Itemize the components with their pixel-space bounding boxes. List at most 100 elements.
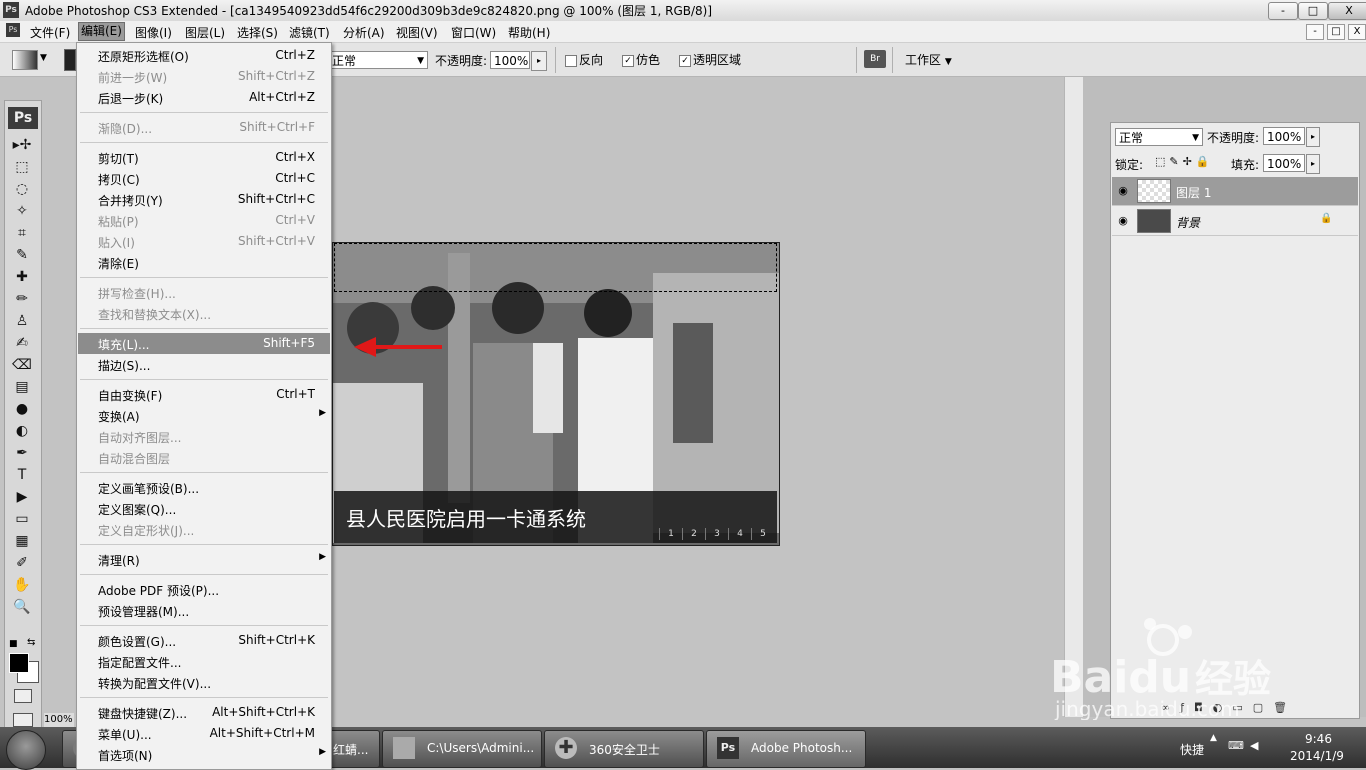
edit-menu-item[interactable]: 还原矩形选框(O) Ctrl+Z (78, 45, 330, 66)
doc-close-button[interactable]: X (1348, 24, 1366, 40)
minimize-button[interactable]: - (1268, 2, 1298, 20)
workspace-button[interactable]: 工作区 ▼ (905, 51, 952, 68)
marquee-icon[interactable]: ⬚ (11, 157, 33, 177)
zoom-status[interactable]: 100% (44, 713, 74, 727)
edit-menu-item[interactable]: 清除(E) (78, 252, 330, 273)
menu-analysis[interactable]: 分析(A) (343, 24, 385, 41)
edit-menu-item[interactable]: 预设管理器(M)... (78, 600, 330, 621)
clock-time[interactable]: 9:46 (1305, 732, 1332, 746)
reverse-checkbox[interactable] (565, 55, 577, 67)
close-button[interactable]: X (1328, 2, 1366, 20)
pen-icon[interactable]: ✒ (11, 443, 33, 463)
edit-menu-item[interactable]: 颜色设置(G)... Shift+Ctrl+K (78, 630, 330, 651)
edit-menu-item[interactable]: 菜单(U)... Alt+Shift+Ctrl+M (78, 723, 330, 744)
edit-menu-item[interactable]: 定义图案(Q)... (78, 498, 330, 519)
zoom-icon[interactable]: 🔍 (11, 597, 33, 617)
lock-icons[interactable]: ⬚✎✢🔒 (1155, 155, 1214, 168)
menu-help[interactable]: 帮助(H) (508, 24, 550, 41)
quick-launch-label[interactable]: 快捷 (1180, 741, 1204, 758)
healing-icon[interactable]: ✚ (11, 267, 33, 287)
crop-icon[interactable]: ⌗ (11, 223, 33, 243)
gradient-swatch-icon[interactable] (64, 49, 76, 71)
quick-mask-icon[interactable] (14, 689, 32, 703)
opacity-input[interactable]: 100% (490, 51, 530, 69)
type-icon[interactable]: T (11, 465, 33, 485)
menu-edit[interactable]: 编辑(E) (78, 22, 125, 41)
layer-opacity-input[interactable]: 100% (1263, 127, 1305, 145)
eyedropper-icon[interactable]: ✐ (11, 553, 33, 573)
dodge-icon[interactable]: ◐ (11, 421, 33, 441)
notes-icon[interactable]: ▦ (11, 531, 33, 551)
document-icon[interactable]: Ps (6, 23, 20, 37)
edit-menu-item[interactable]: 定义画笔预设(B)... (78, 477, 330, 498)
visibility-eye-icon[interactable]: ◉ (1114, 180, 1132, 202)
fill-input[interactable]: 100% (1263, 154, 1305, 172)
edit-menu-item[interactable]: 自由变换(F) Ctrl+T (78, 384, 330, 405)
layer-row-background[interactable]: ◉ 背景 🔒 (1112, 207, 1358, 236)
lasso-icon[interactable]: ◌ (11, 179, 33, 199)
slice-icon[interactable]: ✎ (11, 245, 33, 265)
chevron-up-icon[interactable]: ▲ (1210, 733, 1217, 743)
edit-menu-item[interactable]: Adobe PDF 预设(P)... (78, 579, 330, 600)
edit-menu-item[interactable]: 合并拷贝(Y) Shift+Ctrl+C (78, 189, 330, 210)
edit-menu-item[interactable]: 填充(L)... Shift+F5 (78, 333, 330, 354)
photoshop-logo[interactable]: Ps (8, 107, 38, 129)
opacity-slider-arrow-icon[interactable]: ▸ (531, 51, 547, 71)
edit-menu-item[interactable]: 描边(S)... (78, 354, 330, 375)
blur-icon[interactable]: ● (11, 399, 33, 419)
taskbar-item-360[interactable]: ✚ 360安全卫士 (544, 730, 704, 768)
move-icon[interactable]: ▸✢ (11, 135, 33, 155)
gradient-icon[interactable]: ▤ (11, 377, 33, 397)
brush-icon[interactable]: ✏ (11, 289, 33, 309)
default-colors-icon[interactable]: ■ (9, 639, 18, 649)
edit-menu-item[interactable]: 指定配置文件... (78, 651, 330, 672)
edit-menu-item[interactable]: 转换为配置文件(V)... (78, 672, 330, 693)
preset-dropdown-arrow-icon[interactable]: ▼ (40, 53, 47, 63)
keyboard-icon[interactable]: ⌨ (1228, 739, 1244, 752)
edit-menu-item[interactable]: 后退一步(K) Alt+Ctrl+Z (78, 87, 330, 108)
opacity-slider-arrow-icon[interactable]: ▸ (1306, 127, 1320, 147)
edit-menu-item[interactable]: 拷贝(C) Ctrl+C (78, 168, 330, 189)
doc-minimize-button[interactable]: - (1306, 24, 1324, 40)
transparency-checkbox[interactable]: ✓ (679, 55, 691, 67)
dither-checkbox[interactable]: ✓ (622, 55, 634, 67)
menu-layer[interactable]: 图层(L) (185, 24, 225, 41)
stamp-icon[interactable]: ♙ (11, 311, 33, 331)
menu-select[interactable]: 选择(S) (237, 24, 278, 41)
menu-filter[interactable]: 滤镜(T) (289, 24, 330, 41)
rectangular-selection[interactable] (334, 243, 777, 292)
menu-file[interactable]: 文件(F) (30, 24, 70, 41)
layer-blend-mode-select[interactable]: 正常 ▼ (1115, 128, 1203, 146)
foreground-color-swatch[interactable] (9, 653, 29, 673)
history-brush-icon[interactable]: ✍ (11, 333, 33, 353)
hand-icon[interactable]: ✋ (11, 575, 33, 595)
path-select-icon[interactable]: ▶ (11, 487, 33, 507)
blend-mode-select[interactable]: 正常 ▼ (328, 51, 428, 69)
edit-menu-item[interactable]: 变换(A) ▶ (78, 405, 330, 426)
taskbar-item-explorer[interactable]: C:\Users\Admini... (382, 730, 542, 768)
menu-window[interactable]: 窗口(W) (451, 24, 496, 41)
menu-view[interactable]: 视图(V) (396, 24, 438, 41)
screen-mode-icon[interactable] (13, 713, 33, 727)
start-button[interactable] (6, 730, 46, 770)
magic-wand-icon[interactable]: ✧ (11, 201, 33, 221)
eraser-icon[interactable]: ⌫ (11, 355, 33, 375)
fill-slider-arrow-icon[interactable]: ▸ (1306, 154, 1320, 174)
menu-image[interactable]: 图像(I) (135, 24, 172, 41)
edit-menu-item[interactable]: 清理(R) ▶ (78, 549, 330, 570)
layer-row-layer1[interactable]: ◉ 图层 1 (1112, 177, 1358, 206)
doc-restore-button[interactable]: □ (1327, 24, 1345, 40)
photoshop-app-icon[interactable]: Ps (3, 2, 19, 18)
gradient-tool-preset-icon[interactable] (12, 50, 38, 70)
shape-icon[interactable]: ▭ (11, 509, 33, 529)
bridge-icon[interactable]: Br (864, 50, 886, 68)
edit-menu-item[interactable]: 首选项(N) ▶ (78, 744, 330, 765)
maximize-button[interactable]: □ (1298, 2, 1328, 20)
edit-menu-item[interactable]: 剪切(T) Ctrl+X (78, 147, 330, 168)
volume-icon[interactable]: ◀ (1250, 739, 1258, 752)
visibility-eye-icon[interactable]: ◉ (1114, 210, 1132, 232)
taskbar-item-photoshop[interactable]: Ps Adobe Photosh... (706, 730, 866, 768)
edit-menu-item[interactable]: 键盘快捷键(Z)... Alt+Shift+Ctrl+K (78, 702, 330, 723)
swap-colors-icon[interactable]: ⇆ (27, 637, 35, 648)
clock-date[interactable]: 2014/1/9 (1290, 749, 1344, 763)
